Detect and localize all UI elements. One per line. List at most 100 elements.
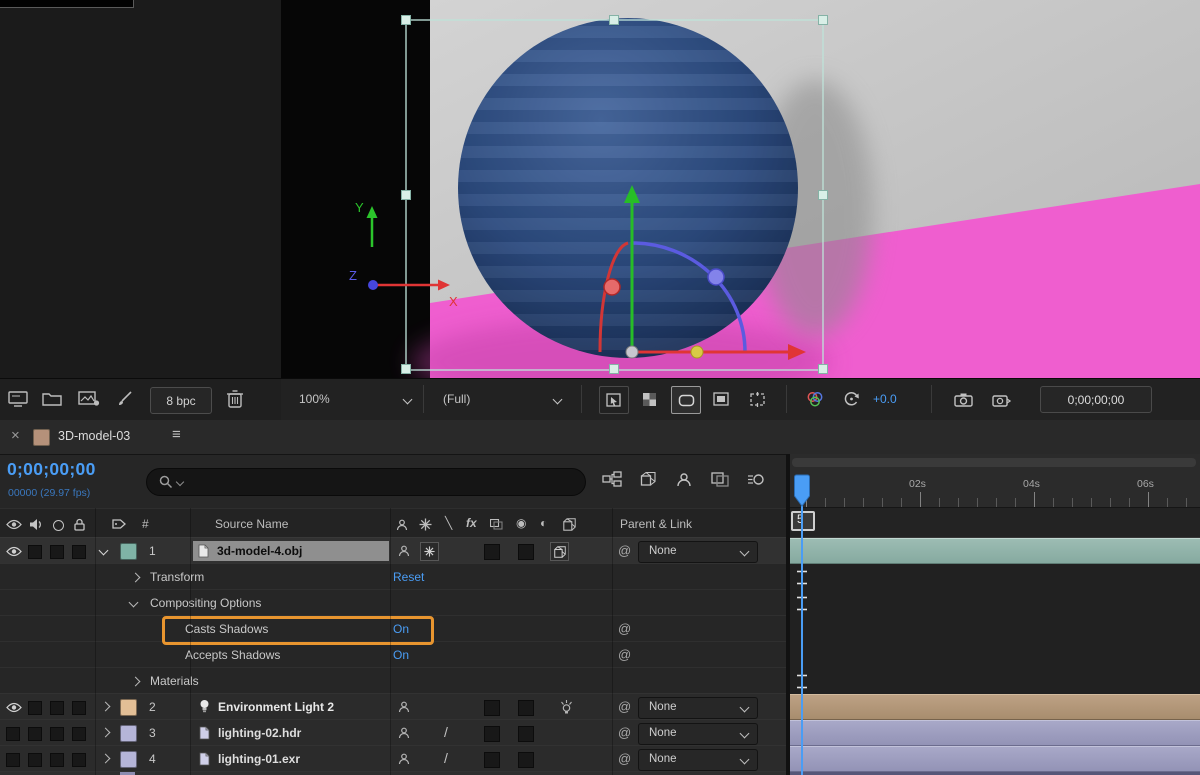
layer-name-cell[interactable]: 3d-model-4.obj <box>193 541 389 561</box>
property-casts-shadows[interactable]: Casts Shadows On @ <box>0 616 786 645</box>
layer-name[interactable]: lighting-01.exr <box>218 752 300 766</box>
effects-toggle[interactable] <box>484 700 500 716</box>
shy-toggle-icon[interactable] <box>398 545 410 557</box>
light-options-icon[interactable] <box>560 700 573 714</box>
exposure-value[interactable]: +0.0 <box>873 392 897 406</box>
parent-pickwhip-icon[interactable]: @ <box>618 751 631 766</box>
layer-row-3[interactable]: 3 lighting-02.hdr / @ None <box>0 720 786 746</box>
motion-blur-toggle[interactable] <box>518 700 534 716</box>
reset-exposure-button[interactable] <box>837 386 865 412</box>
footage-interpret-icon[interactable] <box>78 390 100 407</box>
layer-row-4[interactable]: 4 lighting-01.exr / @ None <box>0 746 786 772</box>
region-of-interest-button[interactable] <box>707 386 735 412</box>
transparency-grid-button[interactable] <box>635 386 663 412</box>
motion-blur-switch-icon[interactable]: ◉ <box>516 516 526 530</box>
video-column-icon[interactable] <box>6 519 22 530</box>
label-column-icon[interactable] <box>112 518 126 530</box>
label-color-swatch[interactable] <box>120 699 137 716</box>
parent-dropdown[interactable]: None <box>638 541 758 563</box>
video-toggle[interactable] <box>6 727 20 741</box>
gizmo-red-handle[interactable] <box>603 278 621 296</box>
playhead-handle[interactable] <box>793 474 811 507</box>
layer-3-track-bar[interactable] <box>790 720 1200 746</box>
solo-toggle[interactable] <box>50 545 64 559</box>
channel-rgb-button[interactable] <box>801 386 829 412</box>
lock-toggle[interactable] <box>72 727 86 741</box>
property-group-compositing-options[interactable]: Compositing Options <box>0 590 786 616</box>
current-time-display[interactable]: 0;00;00;00 <box>7 459 96 480</box>
materials-label[interactable]: Materials <box>150 674 199 688</box>
transform-reset-link[interactable]: Reset <box>393 570 424 584</box>
parent-pickwhip-icon[interactable]: @ <box>618 543 631 558</box>
panel-tab-strip[interactable] <box>0 0 134 8</box>
video-toggle[interactable] <box>6 753 20 767</box>
trash-icon[interactable] <box>226 389 244 409</box>
video-toggle-icon[interactable] <box>6 546 22 557</box>
search-scope-chevron-icon[interactable] <box>175 477 185 487</box>
parent-dropdown[interactable]: None <box>638 723 758 745</box>
frame-blend-switch-icon[interactable] <box>490 519 503 530</box>
layer-name[interactable]: Environment Light 2 <box>218 700 334 714</box>
group-expander-icon[interactable] <box>130 676 141 687</box>
magnification-dropdown[interactable]: 100% <box>299 386 413 412</box>
casts-shadows-value[interactable]: On <box>393 622 409 636</box>
label-color-swatch[interactable] <box>120 543 137 560</box>
layer-row-2[interactable]: 2 Environment Light 2 @ None <box>0 694 786 720</box>
lock-column-icon[interactable] <box>74 518 85 531</box>
work-area-bar[interactable] <box>792 458 1196 467</box>
property-accepts-shadows[interactable]: Accepts Shadows On @ <box>0 642 786 668</box>
motion-blur-toggle[interactable] <box>518 752 534 768</box>
quality-toggle-icon[interactable]: / <box>444 724 448 740</box>
accepts-shadows-value[interactable]: On <box>393 648 409 662</box>
group-expander-icon[interactable] <box>130 572 141 583</box>
lock-toggle[interactable] <box>72 545 86 559</box>
audio-toggle[interactable] <box>28 727 42 741</box>
audio-toggle[interactable] <box>28 753 42 767</box>
snapshot-camera-icon[interactable] <box>949 386 977 412</box>
property-pickwhip-icon[interactable]: @ <box>618 621 631 636</box>
shy-toggle-icon[interactable] <box>398 701 410 713</box>
time-ruler[interactable]: 0s 02s 04s 06s <box>790 454 1200 508</box>
mini-flowchart-icon[interactable] <box>598 466 626 492</box>
search-input[interactable] <box>146 468 586 496</box>
layer-1-track-bar[interactable] <box>790 538 1200 564</box>
quality-toggle-icon[interactable]: / <box>444 750 448 766</box>
tab-close-icon[interactable]: × <box>11 427 20 444</box>
shy-toggle-icon[interactable] <box>398 753 410 765</box>
mask-visibility-button[interactable] <box>671 386 701 414</box>
frame-blending-icon[interactable] <box>706 466 734 492</box>
layer-2-track-bar[interactable] <box>790 694 1200 720</box>
property-group-transform[interactable]: Transform Reset <box>0 564 786 590</box>
effects-toggle[interactable] <box>484 544 500 560</box>
solo-toggle[interactable] <box>50 727 64 741</box>
shy-layers-icon[interactable] <box>670 466 698 492</box>
gizmo-origin-handle[interactable] <box>625 345 639 359</box>
solo-toggle[interactable] <box>50 753 64 767</box>
layer-expander-icon[interactable] <box>100 701 111 712</box>
adjustment-layer-switch-icon[interactable]: ◐ <box>540 516 547 530</box>
layer-name[interactable]: lighting-02.hdr <box>218 726 301 740</box>
lock-toggle[interactable] <box>72 701 86 715</box>
parent-dropdown[interactable]: None <box>638 749 758 771</box>
gizmo-blue-handle[interactable] <box>707 268 725 286</box>
group-expander-icon[interactable] <box>128 597 139 608</box>
collapse-toggle[interactable] <box>420 542 439 561</box>
layer-expander-icon[interactable] <box>100 753 111 764</box>
comp-marker-5[interactable]: 5 <box>791 511 815 531</box>
3d-layer-switch-icon[interactable] <box>563 518 576 531</box>
draft-3d-icon[interactable] <box>634 466 662 492</box>
motion-blur-toggle[interactable] <box>518 544 534 560</box>
transform-label[interactable]: Transform <box>150 570 204 584</box>
audio-toggle[interactable] <box>28 701 42 715</box>
audio-toggle[interactable] <box>28 545 42 559</box>
preview-time-display[interactable]: 0;00;00;00 <box>1040 386 1152 413</box>
3d-layer-toggle[interactable] <box>550 542 569 561</box>
layer-4-track-bar[interactable] <box>790 746 1200 772</box>
motion-blur-toggle[interactable] <box>518 726 534 742</box>
bit-depth-button[interactable]: 8 bpc <box>150 387 212 414</box>
crop-region-button[interactable] <box>743 386 771 412</box>
solo-column-icon[interactable] <box>53 520 64 531</box>
gizmo-yellow-handle[interactable] <box>690 345 704 359</box>
show-snapshot-icon[interactable] <box>987 386 1015 412</box>
quality-switch-icon[interactable]: ╲ <box>445 516 452 530</box>
